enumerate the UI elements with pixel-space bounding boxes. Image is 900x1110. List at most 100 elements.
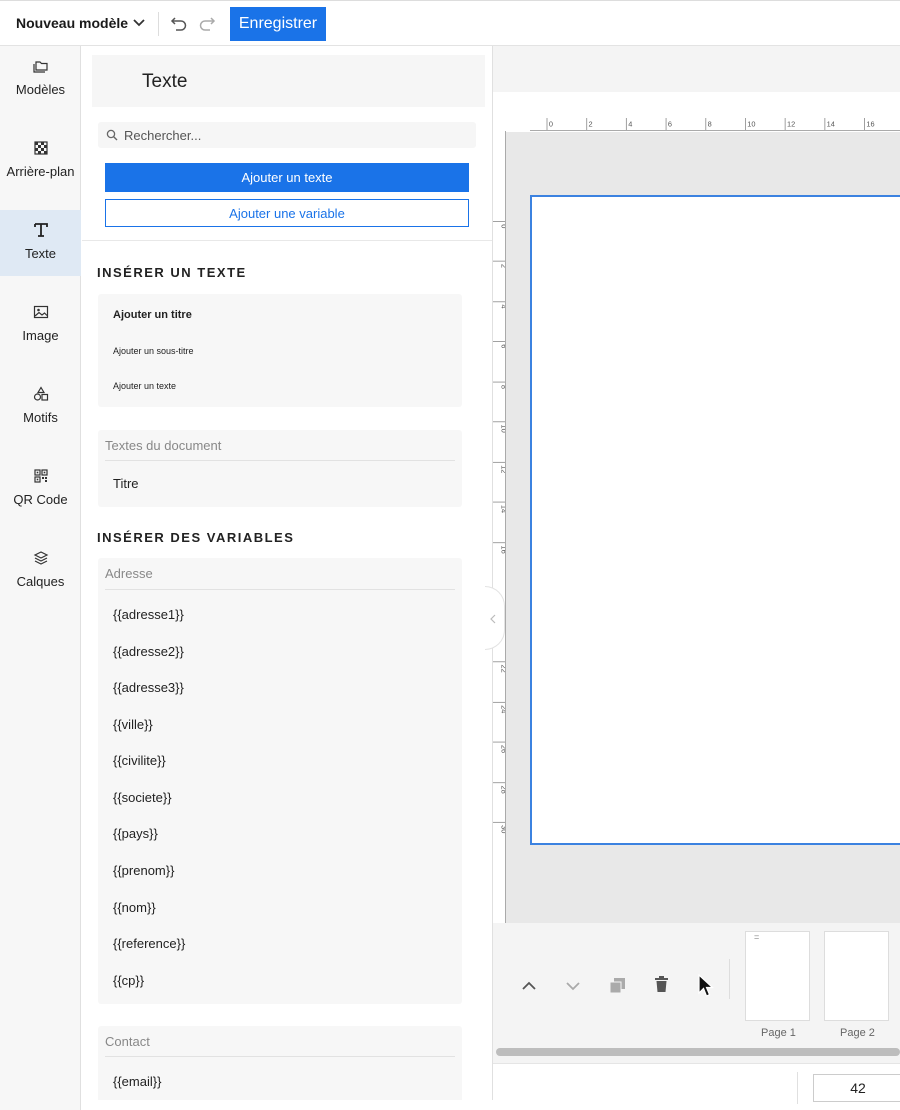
page-label: Page 2 <box>840 1027 875 1039</box>
chevron-left-icon <box>490 614 496 624</box>
collapse-panel-handle[interactable] <box>485 586 505 650</box>
toolbar-divider <box>158 12 159 36</box>
ruler-label: 6 <box>499 344 506 348</box>
undo-icon[interactable] <box>170 15 188 31</box>
ruler-label: 8 <box>499 385 506 389</box>
page-canvas[interactable] <box>530 195 900 845</box>
text-options-card: Ajouter un titre Ajouter un sous-titre A… <box>98 294 462 407</box>
variable-item[interactable]: {{email}} <box>113 1074 161 1089</box>
ruler-label: 16 <box>866 119 874 128</box>
text-icon <box>33 223 48 237</box>
variable-item[interactable]: {{adresse1}} <box>113 607 184 622</box>
search-input[interactable] <box>124 125 464 145</box>
background-pattern-icon <box>33 141 48 155</box>
workspace: 0 2 4 6 8 10 12 14 16 0 2 4 6 8 10 12 14… <box>485 46 900 1110</box>
document-texts-card: Textes du document Titre <box>98 430 462 507</box>
nav-label: Texte <box>24 246 57 261</box>
add-text-button[interactable]: Ajouter un texte <box>105 163 469 192</box>
variable-item[interactable]: {{adresse2}} <box>113 644 184 659</box>
variable-item[interactable]: {{pays}} <box>113 826 158 841</box>
shapes-icon <box>33 386 48 401</box>
zoom-input[interactable]: 42 <box>813 1074 900 1102</box>
nav-label: Calques <box>16 574 65 589</box>
chevron-down-icon[interactable] <box>565 979 581 993</box>
variable-item[interactable]: {{prenom}} <box>113 863 174 878</box>
ruler-label: 28 <box>499 785 506 793</box>
page-thumbnail[interactable] <box>824 931 889 1021</box>
top-bar: Nouveau modèle Enregistrer <box>0 0 900 46</box>
variable-item[interactable]: {{civilite}} <box>113 753 166 768</box>
ruler-label: 4 <box>628 119 632 128</box>
ruler-label: 6 <box>668 119 672 128</box>
redo-icon[interactable] <box>198 15 216 31</box>
divider <box>82 240 492 241</box>
ruler-horizontal: 0 2 4 6 8 10 12 14 16 <box>530 118 900 131</box>
nav-item-motifs[interactable]: Motifs <box>0 374 81 440</box>
ruler-label: 2 <box>499 264 506 268</box>
variable-item[interactable]: {{societe}} <box>113 790 172 805</box>
duplicate-icon[interactable] <box>609 977 626 994</box>
ruler-label: 22 <box>499 665 506 673</box>
document-text-item[interactable]: Titre <box>113 476 139 491</box>
ruler-label: 24 <box>499 705 506 713</box>
nav-item-calques[interactable]: Calques <box>0 538 81 604</box>
page-thumbnail[interactable]: = <box>745 931 810 1021</box>
add-variable-button[interactable]: Ajouter une variable <box>105 199 469 227</box>
nav-item-modeles[interactable]: Modèles <box>0 46 81 112</box>
contact-variables-card: Contact {{email}} <box>98 1026 462 1100</box>
panel-title: Texte <box>142 71 188 92</box>
ruler-label: 30 <box>499 825 506 833</box>
divider <box>105 1056 455 1057</box>
document-title[interactable]: Nouveau modèle <box>16 15 128 31</box>
search-box <box>98 122 476 148</box>
document-texts-heading: Textes du document <box>105 438 222 453</box>
add-title-option[interactable]: Ajouter un titre <box>113 309 192 321</box>
text-panel: Texte Ajouter un texte Ajouter une varia… <box>82 46 493 1100</box>
nav-item-qr-code[interactable]: QR Code <box>0 456 81 522</box>
chevron-up-icon[interactable] <box>521 979 537 993</box>
add-body-text-option[interactable]: Ajouter un texte <box>113 381 176 391</box>
nav-item-image[interactable]: Image <box>0 292 81 358</box>
divider <box>105 460 455 461</box>
ruler-label: 12 <box>787 119 795 128</box>
save-button[interactable]: Enregistrer <box>230 7 326 41</box>
status-bar: 42 <box>493 1063 900 1110</box>
pages-strip: = Page 1 Page 2 42 <box>493 923 900 1110</box>
divider <box>797 1072 798 1104</box>
image-icon <box>33 305 48 319</box>
address-variables-card: Adresse {{adresse1}} {{adresse2}} {{adre… <box>98 558 462 1004</box>
chevron-down-icon[interactable] <box>132 15 146 31</box>
divider <box>105 589 455 590</box>
variable-item[interactable]: {{adresse3}} <box>113 680 184 695</box>
variable-item[interactable]: {{reference}} <box>113 936 185 951</box>
left-nav: Modèles Arrière-plan Texte Image Motifs … <box>0 46 81 1110</box>
horizontal-scrollbar[interactable] <box>496 1048 900 1056</box>
ruler-label: 26 <box>499 745 506 753</box>
ruler-label: 4 <box>499 305 506 309</box>
variable-item[interactable]: {{ville}} <box>113 717 153 732</box>
panel-header: Texte <box>92 55 485 107</box>
variable-item[interactable]: {{cp}} <box>113 973 144 988</box>
nav-label: Image <box>22 328 59 343</box>
insert-variables-heading: INSÉRER DES VARIABLES <box>97 530 295 545</box>
contact-group-heading: Contact <box>105 1034 150 1049</box>
ruler-label: 12 <box>499 465 506 473</box>
add-subtitle-option[interactable]: Ajouter un sous-titre <box>113 346 194 356</box>
variable-item[interactable]: {{nom}} <box>113 900 156 915</box>
ruler-label: 2 <box>589 119 593 128</box>
ruler-label: 14 <box>499 505 506 513</box>
folders-icon <box>32 61 48 73</box>
qr-code-icon <box>33 469 48 483</box>
ruler-label: 0 <box>499 224 506 228</box>
nav-label: Modèles <box>15 82 66 97</box>
ruler-vertical: 0 2 4 6 8 10 12 14 16 22 24 26 28 30 <box>493 131 506 923</box>
layers-icon <box>33 551 48 565</box>
nav-item-texte[interactable]: Texte <box>0 210 81 276</box>
trash-icon[interactable] <box>654 976 669 993</box>
ruler-label: 10 <box>499 425 506 433</box>
address-group-heading: Adresse <box>105 566 153 581</box>
ruler-label: 0 <box>549 119 553 128</box>
page-label: Page 1 <box>761 1027 796 1039</box>
nav-item-arriere-plan[interactable]: Arrière-plan <box>0 128 81 194</box>
nav-label: Motifs <box>23 410 58 425</box>
